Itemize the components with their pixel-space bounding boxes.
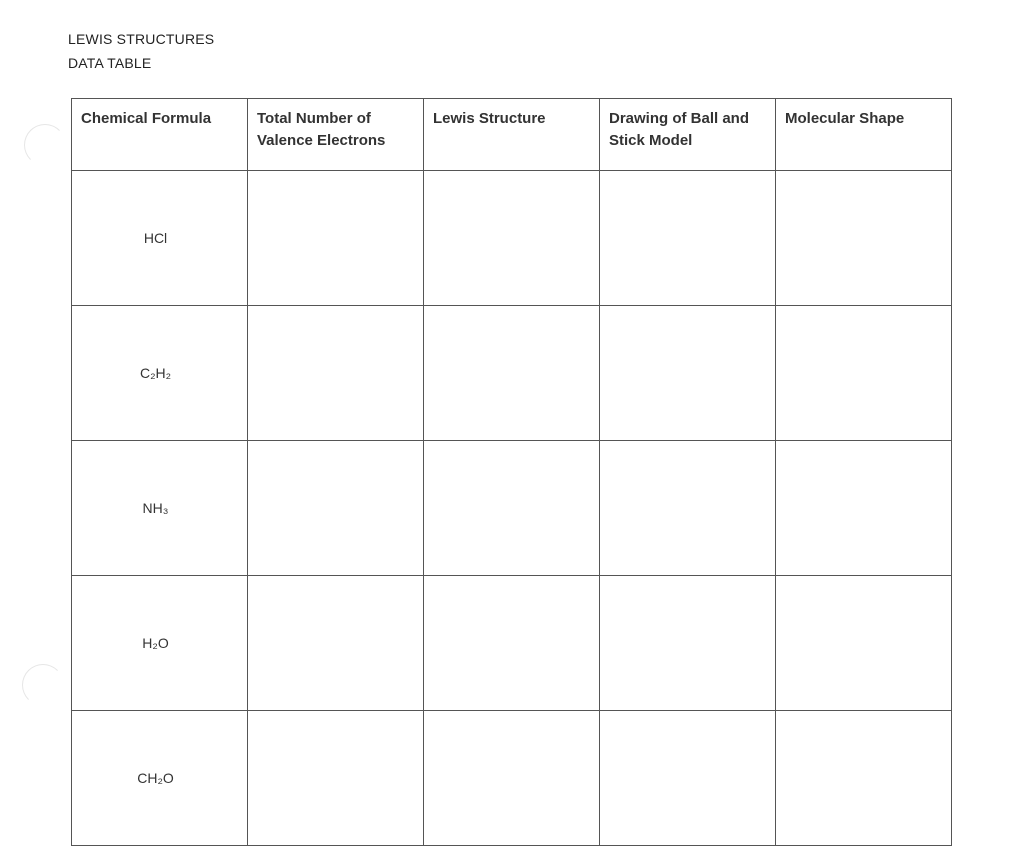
document-title: LEWIS STRUCTURES (68, 31, 215, 47)
ball-stick-model-cell[interactable] (599, 170, 776, 306)
lewis-structure-cell[interactable] (423, 440, 600, 576)
header-ball-stick-model: Drawing of Ball and Stick Model (599, 98, 776, 171)
molecular-shape-cell[interactable] (775, 170, 952, 306)
lewis-structure-cell[interactable] (423, 710, 600, 846)
formula-cell: CH₂O (71, 710, 248, 846)
table-row: CH₂O (71, 710, 952, 846)
valence-electrons-cell[interactable] (247, 710, 424, 846)
table-row: C₂H₂ (71, 305, 952, 441)
valence-electrons-cell[interactable] (247, 575, 424, 711)
lewis-structure-cell[interactable] (423, 305, 600, 441)
header-chemical-formula: Chemical Formula (71, 98, 248, 171)
formula-cell: C₂H₂ (71, 305, 248, 441)
molecular-shape-cell[interactable] (775, 440, 952, 576)
valence-electrons-cell[interactable] (247, 170, 424, 306)
header-molecular-shape: Molecular Shape (775, 98, 952, 171)
lewis-structures-data-table: Chemical Formula Total Number of Valence… (71, 98, 952, 846)
lewis-structure-cell[interactable] (423, 170, 600, 306)
ball-stick-model-cell[interactable] (599, 575, 776, 711)
valence-electrons-cell[interactable] (247, 440, 424, 576)
table-row: NH₃ (71, 440, 952, 576)
header-lewis-structure: Lewis Structure (423, 98, 600, 171)
molecular-shape-cell[interactable] (775, 710, 952, 846)
formula-cell: H₂O (71, 575, 248, 711)
table-row: HCl (71, 170, 952, 306)
lewis-structure-cell[interactable] (423, 575, 600, 711)
ball-stick-model-cell[interactable] (599, 710, 776, 846)
ball-stick-model-cell[interactable] (599, 440, 776, 576)
molecular-shape-cell[interactable] (775, 305, 952, 441)
formula-cell: NH₃ (71, 440, 248, 576)
header-row: Chemical Formula Total Number of Valence… (71, 98, 952, 171)
ball-stick-model-cell[interactable] (599, 305, 776, 441)
document-subtitle: DATA TABLE (68, 55, 152, 71)
table-row: H₂O (71, 575, 952, 711)
header-valence-electrons: Total Number of Valence Electrons (247, 98, 424, 171)
formula-cell: HCl (71, 170, 248, 306)
binder-hole-mark (24, 124, 66, 166)
binder-hole-mark (22, 664, 64, 706)
molecular-shape-cell[interactable] (775, 575, 952, 711)
valence-electrons-cell[interactable] (247, 305, 424, 441)
